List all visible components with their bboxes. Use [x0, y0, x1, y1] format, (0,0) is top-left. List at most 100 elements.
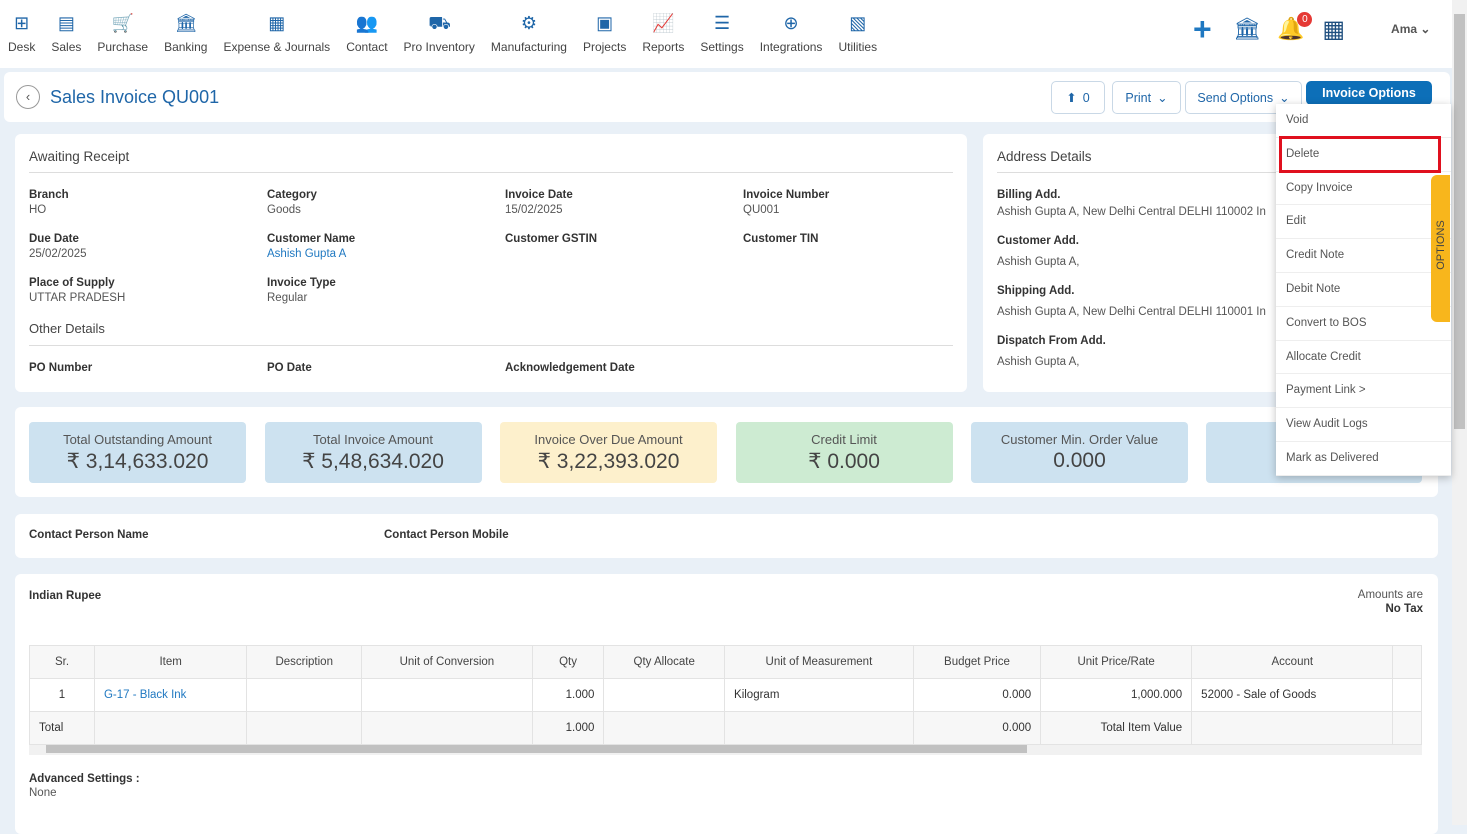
- menu-item-debit-note[interactable]: Debit Note: [1276, 273, 1451, 307]
- menu-item-payment-link[interactable]: Payment Link >: [1276, 374, 1451, 409]
- nav-expense-journals[interactable]: ▦ Expense & Journals: [215, 0, 338, 54]
- contact-card: Contact Person Name Contact Person Mobil…: [15, 514, 1438, 558]
- nav-sales[interactable]: ▤ Sales: [43, 0, 89, 54]
- nav-label: Purchase: [97, 40, 149, 54]
- stat-title: Total Outstanding Amount: [63, 432, 212, 447]
- nav-reports[interactable]: 📈 Reports: [634, 0, 692, 54]
- place-of-supply-label: Place of Supply: [29, 277, 115, 289]
- menu-item-credit-note[interactable]: Credit Note: [1276, 239, 1451, 273]
- dispatch-value: Ashish Gupta A,: [997, 356, 1080, 368]
- table-cell: 52000 - Sale of Goods: [1191, 678, 1394, 712]
- options-side-tab[interactable]: OPTIONS: [1431, 175, 1450, 322]
- nav-manufacturing[interactable]: ⚙ Manufacturing: [483, 0, 575, 54]
- menu-item-convert-to-bos[interactable]: Convert to BOS: [1276, 307, 1451, 341]
- total-cell: [724, 711, 914, 745]
- nav-label: Manufacturing: [490, 40, 567, 54]
- print-button[interactable]: Print ⌄: [1112, 81, 1181, 114]
- dispatch-label: Dispatch From Add.: [997, 335, 1106, 347]
- table-cell: 1: [29, 678, 95, 712]
- stat-title: Customer Min. Order Value: [1000, 432, 1159, 447]
- due-date-label: Due Date: [29, 233, 79, 245]
- advanced-settings-value: None: [29, 787, 57, 799]
- column-header: Item: [93, 645, 248, 679]
- stat-title: Credit Limit: [811, 432, 877, 447]
- branch-label: Branch: [29, 189, 69, 201]
- stat-card: Invoice Over Due Amount ₹ 3,22,393.020: [500, 422, 717, 483]
- nav-contact[interactable]: 👥 Contact: [338, 0, 395, 54]
- total-cell: [1191, 711, 1394, 745]
- nav-label: Projects: [582, 40, 627, 54]
- inventory-icon: ⛟: [428, 13, 451, 33]
- stat-title: Invoice Over Due Amount: [534, 432, 683, 447]
- contact-icon: 👥: [355, 13, 379, 33]
- nav-utilities[interactable]: ▧ Utilities: [830, 0, 885, 54]
- nav-label: Expense & Journals: [223, 40, 331, 54]
- table-cell: 1,000.000: [1040, 678, 1193, 712]
- invoice-options-button[interactable]: Invoice Options: [1306, 81, 1432, 105]
- invoice-date-label: Invoice Date: [505, 189, 573, 201]
- items-table: Sr. Item Description Unit of Conversion Qty Q…: [29, 645, 1422, 745]
- nav-label: Contact: [346, 40, 388, 54]
- stat-card: Total Invoice Amount ₹ 5,48,634.020: [264, 422, 482, 483]
- branch-value: HO: [29, 204, 47, 216]
- table-row: 1 G-17 - Black Ink 1.000 Kilogram 0.000 1,000…: [29, 678, 1422, 712]
- currency-label: Indian Rupee: [29, 590, 102, 602]
- invoice-date-value: 15/02/2025: [505, 204, 563, 216]
- status-label: Awaiting Receipt: [29, 149, 130, 164]
- customer-tin-label: Customer TIN: [743, 233, 819, 245]
- bell-icon[interactable]: 🔔 0: [1277, 12, 1313, 42]
- options-tab-label: OPTIONS: [1435, 220, 1447, 270]
- column-header: Qty: [531, 645, 605, 679]
- stat-value: 0.000: [1053, 449, 1106, 472]
- add-icon[interactable]: +: [1193, 13, 1219, 45]
- nav-settings[interactable]: ☰ Settings: [692, 0, 751, 54]
- nav-label: Integrations: [759, 40, 823, 54]
- delete-highlight: [1279, 136, 1441, 173]
- nav-pro-inventory[interactable]: ⛟ Pro Inventory: [396, 0, 483, 54]
- column-header: Account: [1191, 645, 1394, 679]
- invoice-details-card: Awaiting Receipt Branch HO Category Good…: [15, 134, 967, 392]
- menu-item-copy-invoice[interactable]: Copy Invoice: [1276, 172, 1451, 206]
- cart-icon: 🛒: [111, 13, 135, 33]
- attachments-button[interactable]: ⬆ 0: [1051, 81, 1105, 114]
- po-date-label: PO Date: [267, 362, 312, 374]
- projects-icon: ▣: [596, 13, 614, 33]
- total-cell: 0.000: [912, 711, 1042, 745]
- table-cell: 1.000: [531, 678, 605, 712]
- nav-desk[interactable]: ⊞ Desk: [0, 0, 43, 54]
- nav-label: Banking: [164, 40, 208, 54]
- user-menu[interactable]: Ama ⌄: [1391, 22, 1430, 36]
- nav-label: Sales: [51, 40, 82, 54]
- menu-item-void[interactable]: Void: [1276, 104, 1451, 138]
- menu-item-view-audit-logs[interactable]: View Audit Logs: [1276, 408, 1451, 442]
- settings-icon: ☰: [713, 13, 731, 33]
- nav-banking[interactable]: 🏛 Banking: [156, 0, 215, 54]
- customer-address-label: Customer Add.: [997, 235, 1079, 247]
- menu-item-mark-as-delivered[interactable]: Mark as Delivered: [1276, 442, 1451, 476]
- nav-projects[interactable]: ▣ Projects: [575, 0, 634, 54]
- nav-label: Reports: [642, 40, 685, 54]
- table-cell: Kilogram: [724, 678, 914, 712]
- customer-address-value: Ashish Gupta A,: [997, 256, 1080, 268]
- nav-label: Utilities: [838, 40, 878, 54]
- total-cell: Total: [29, 711, 95, 745]
- bank-transfer-icon[interactable]: 🏛: [1233, 16, 1261, 42]
- column-header: Sr.: [29, 645, 95, 679]
- nav-label: Pro Inventory: [403, 40, 475, 54]
- grid-icon[interactable]: ▦: [1322, 15, 1345, 44]
- invoice-number-label: Invoice Number: [743, 189, 830, 201]
- scrollbar[interactable]: [1452, 0, 1467, 825]
- column-header: Description: [246, 645, 363, 679]
- amounts-are-label: Amounts are: [1357, 589, 1423, 601]
- back-button[interactable]: ‹: [16, 85, 40, 109]
- billing-label: Billing Add.: [997, 189, 1061, 201]
- customer-name-link[interactable]: Ashish Gupta A: [267, 248, 346, 260]
- menu-item-edit[interactable]: Edit: [1276, 205, 1451, 240]
- total-cell: 1.000: [531, 711, 605, 745]
- nav-purchase[interactable]: 🛒 Purchase: [89, 0, 156, 54]
- item-link[interactable]: G-17 - Black Ink: [93, 678, 248, 712]
- menu-item-allocate-credit[interactable]: Allocate Credit: [1276, 341, 1451, 375]
- nav-integrations[interactable]: ⊕ Integrations: [752, 0, 831, 54]
- chevron-down-icon: ⌄: [1157, 91, 1168, 105]
- stat-title: Total Invoice Amount: [313, 432, 433, 447]
